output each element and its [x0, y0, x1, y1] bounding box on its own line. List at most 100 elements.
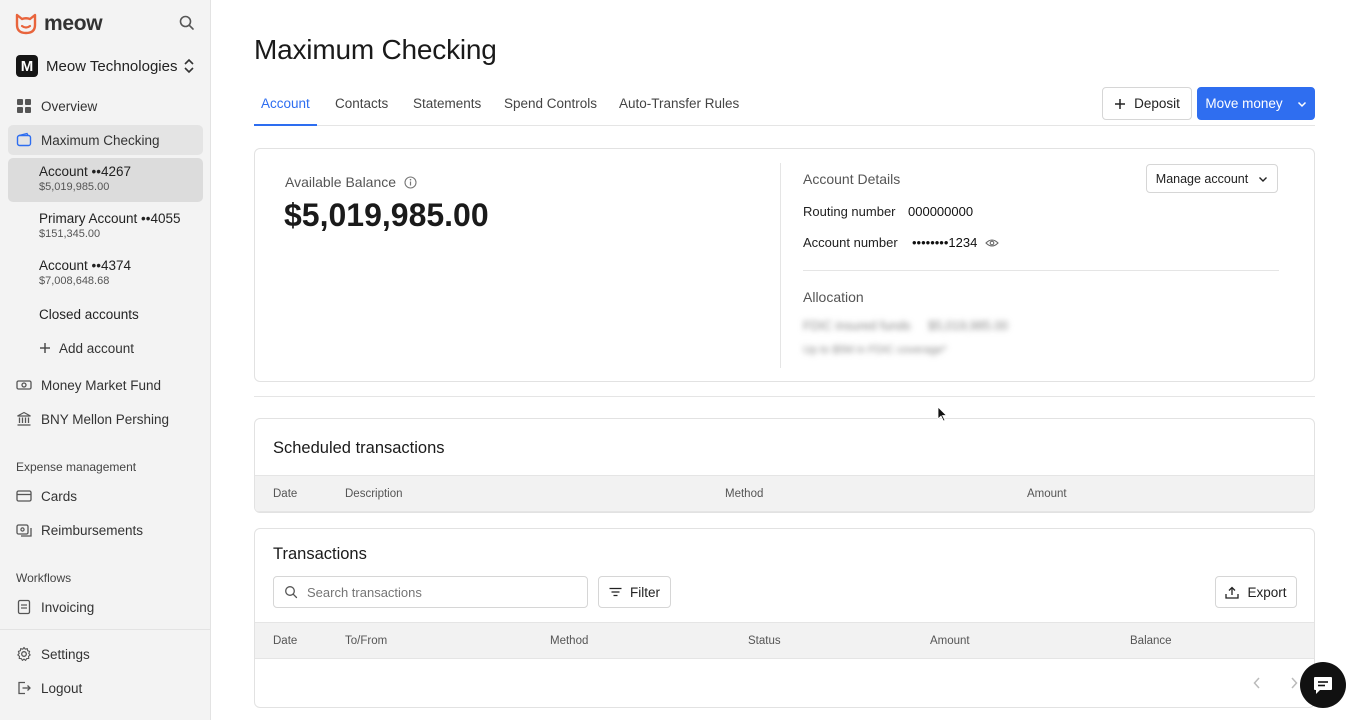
add-account-button[interactable]: Add account [8, 333, 203, 363]
sidebar-item-label: Reimbursements [41, 522, 144, 538]
sidebar-divider [0, 629, 210, 630]
scheduled-transactions-title: Scheduled transactions [273, 439, 445, 457]
info-icon[interactable] [404, 175, 417, 189]
manage-account-label: Manage account [1155, 171, 1249, 186]
plus-icon [40, 343, 50, 353]
brand-name: meow [44, 12, 103, 35]
filter-icon [609, 587, 622, 597]
column-header: Date [273, 635, 298, 647]
move-money-label: Move money [1205, 96, 1283, 111]
tab-statements[interactable]: Statements [413, 96, 481, 111]
closed-accounts-label: Closed accounts [39, 307, 139, 322]
sidebar-item-invoicing[interactable]: Invoicing [8, 592, 203, 622]
deposit-button[interactable]: Deposit [1102, 87, 1192, 120]
money-fund-icon [16, 380, 32, 390]
sidebar-item-label: Logout [41, 680, 83, 696]
upload-icon [1225, 586, 1240, 599]
tab-auto-transfer-rules[interactable]: Auto-Transfer Rules [619, 96, 739, 111]
tab-contacts[interactable]: Contacts [335, 96, 388, 111]
sidebar-account-4055[interactable]: Primary Account ••4055 $151,345.00 [8, 205, 203, 249]
org-avatar: M [16, 55, 38, 77]
deposit-label: Deposit [1134, 96, 1180, 111]
routing-number-value: 000000000 [908, 204, 974, 219]
account-amount: $5,019,985.00 [39, 181, 110, 193]
chevron-down-icon [1297, 101, 1306, 107]
sidebar-item-maximum-checking[interactable]: Maximum Checking [8, 125, 203, 155]
sidebar-item-label: Money Market Fund [41, 377, 162, 393]
scheduled-transactions-card: Scheduled transactions Date Description … [254, 418, 1315, 513]
eye-icon[interactable] [985, 238, 1000, 248]
manage-account-button[interactable]: Manage account [1146, 164, 1278, 193]
sidebar-account-4374[interactable]: Account ••4374 $7,008,648.68 [8, 252, 203, 296]
main-content: Maximum Checking Account Contacts Statem… [211, 0, 1358, 720]
allocation-insured-value: $5,019,985.00 [928, 319, 1009, 333]
export-label: Export [1247, 584, 1287, 600]
column-header: Amount [930, 635, 970, 647]
invoice-icon [17, 599, 31, 615]
allocation-label: Allocation [803, 289, 864, 305]
add-account-label: Add account [59, 340, 135, 356]
section-label-workflows: Workflows [16, 571, 72, 585]
account-amount: $7,008,648.68 [39, 275, 110, 287]
chevron-left-icon[interactable] [1252, 676, 1262, 690]
bank-icon [17, 411, 31, 426]
org-name: Meow Technologies [46, 57, 178, 75]
tab-account[interactable]: Account [261, 96, 310, 111]
transactions-table-header: Date To/From Method Status Amount Balanc… [255, 622, 1314, 659]
account-details-label: Account Details [803, 171, 901, 187]
sidebar-item-bny-mellon[interactable]: BNY Mellon Pershing [8, 404, 203, 434]
wallet-icon [16, 132, 32, 147]
column-header: Date [273, 488, 298, 500]
sidebar-item-cards[interactable]: Cards [8, 481, 203, 511]
account-title: Primary Account ••4055 [39, 211, 181, 226]
sidebar-closed-accounts[interactable]: Closed accounts [8, 306, 203, 326]
logo[interactable]: meow [14, 12, 196, 36]
account-summary-card: Available Balance $5,019,985.00 Account … [254, 148, 1315, 382]
column-header: To/From [345, 635, 388, 647]
org-switcher[interactable]: M Meow Technologies [16, 54, 196, 78]
balance-label-row: Available Balance [285, 174, 417, 190]
transactions-card: Transactions Filter Export [254, 528, 1315, 708]
sidebar-item-label: Invoicing [41, 599, 95, 615]
sidebar-item-label: Cards [41, 488, 78, 504]
search-transactions-field[interactable] [273, 576, 588, 608]
section-divider [254, 396, 1315, 397]
chevron-right-icon[interactable] [1289, 676, 1299, 690]
move-money-button[interactable]: Move money [1197, 87, 1315, 120]
receipt-icon [16, 524, 32, 537]
tab-spend-controls[interactable]: Spend Controls [504, 96, 597, 111]
column-header: Status [748, 635, 781, 647]
allocation-insured-line: FDIC insured funds $5,019,985.00 [803, 319, 1008, 333]
sidebar-item-label: Overview [41, 98, 98, 114]
sidebar: meow M Meow Technologies Overview Maximu… [0, 0, 211, 720]
sidebar-item-logout[interactable]: Logout [8, 673, 203, 703]
column-header: Method [550, 635, 589, 647]
chevron-down-icon [1259, 176, 1268, 182]
column-header: Amount [1027, 488, 1067, 500]
sidebar-item-money-market-fund[interactable]: Money Market Fund [8, 370, 203, 400]
sidebar-item-reimbursements[interactable]: Reimbursements [8, 515, 203, 545]
sidebar-item-settings[interactable]: Settings [8, 639, 203, 669]
export-button[interactable]: Export [1215, 576, 1297, 608]
column-header: Description [345, 488, 403, 500]
sidebar-item-label: Settings [41, 646, 90, 662]
logout-icon [18, 681, 31, 695]
search-input[interactable] [307, 584, 577, 600]
chat-support-button[interactable] [1300, 662, 1346, 708]
search-icon[interactable] [178, 14, 196, 32]
account-amount: $151,345.00 [39, 228, 101, 240]
card-icon [16, 490, 32, 502]
allocation-insured-label: FDIC insured funds [803, 319, 911, 333]
search-icon [285, 586, 298, 599]
sidebar-item-overview[interactable]: Overview [8, 91, 203, 121]
page-title: Maximum Checking [254, 34, 497, 65]
details-divider [803, 270, 1279, 271]
gear-icon [17, 646, 31, 661]
active-tab-indicator [254, 124, 317, 126]
column-header: Balance [1130, 635, 1172, 647]
section-label-expense: Expense management [16, 460, 137, 474]
filter-button[interactable]: Filter [598, 576, 671, 608]
sidebar-account-4267[interactable]: Account ••4267 $5,019,985.00 [8, 158, 203, 202]
plus-icon [1115, 98, 1126, 109]
account-number-row: ••••••••1234 [912, 235, 1000, 250]
